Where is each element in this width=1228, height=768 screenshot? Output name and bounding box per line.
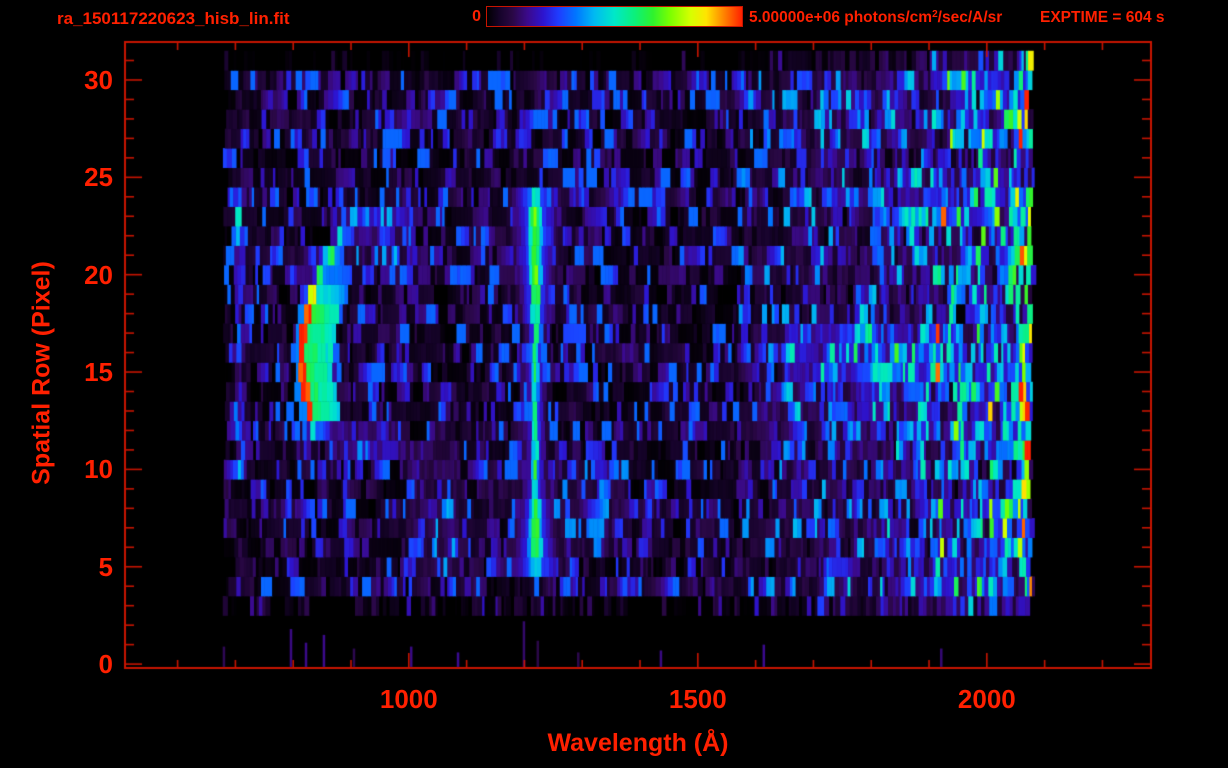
x-axis-title: Wavelength (Å): [547, 729, 729, 757]
colorbar-max-label: 5.00000e+06 photons/cm2/sec/A/sr: [749, 9, 1002, 27]
colorbar-max-value: 5.00000e+06 photons/cm: [749, 9, 933, 26]
y-tick-label: 0: [98, 649, 113, 680]
exptime-label: EXPTIME = 604 s: [1040, 9, 1165, 26]
x-tick-label: 1500: [668, 684, 727, 714]
y-tick-label: 5: [98, 551, 113, 582]
x-tick-label: 2000: [957, 684, 1016, 714]
colorbar-min-label: 0: [472, 8, 481, 25]
x-tick-label: 1000: [379, 684, 438, 714]
axes-canvas: [0, 0, 1228, 768]
y-axis-title: Spatial Row (Pixel): [27, 261, 56, 485]
y-tick-label: 30: [84, 64, 113, 95]
plot-title: ra_150117220623_hisb_lin.fit: [57, 9, 290, 28]
colorbar-units-suffix: /sec/A/sr: [937, 9, 1003, 26]
y-tick-label: 25: [84, 162, 113, 193]
plot-window: ra_150117220623_hisb_lin.fit 0 5.00000e+…: [0, 0, 1228, 768]
colorbar: [486, 6, 743, 27]
